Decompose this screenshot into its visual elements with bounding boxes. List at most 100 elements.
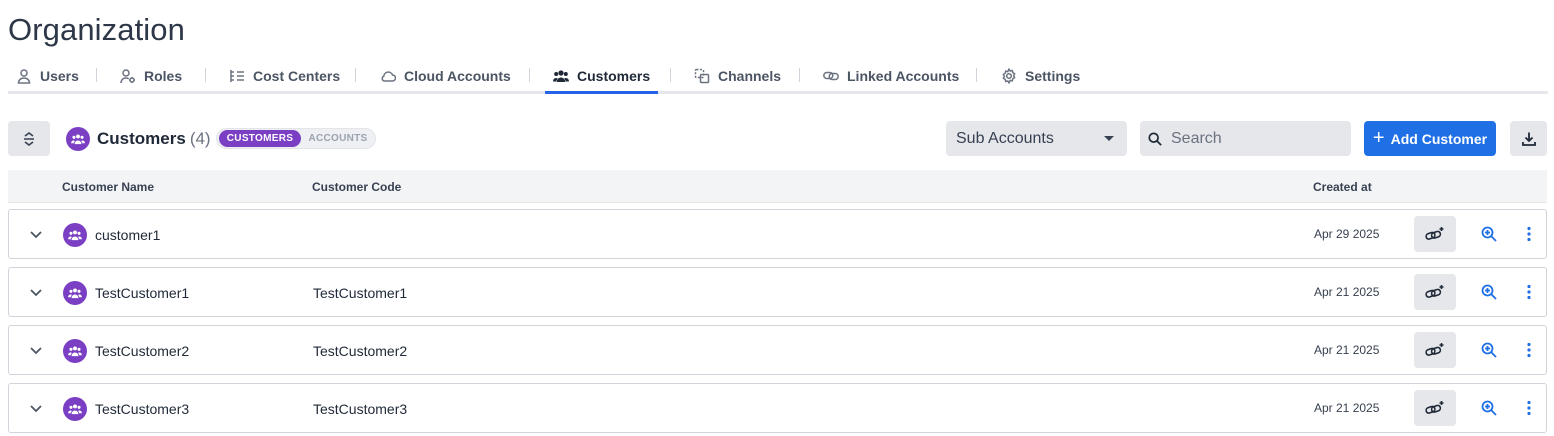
view-details-button[interactable] [1479, 340, 1499, 360]
tab-divider [355, 68, 356, 82]
caret-down-icon [1104, 136, 1114, 141]
zoom-in-icon [1481, 226, 1497, 242]
customer-name: TestCustomer2 [95, 343, 190, 359]
column-header-created[interactable]: Created at [1313, 180, 1372, 194]
zoom-in-icon [1481, 400, 1497, 416]
link-add-icon [1425, 343, 1444, 356]
tab-label: Roles [144, 67, 183, 84]
tab-cost-centers[interactable]: Cost Centers [229, 60, 340, 91]
tab-divider [976, 68, 977, 82]
tab-settings[interactable]: Settings [1001, 60, 1080, 91]
tab-users[interactable]: Users [16, 60, 79, 91]
toggle-customers[interactable]: CUSTOMERS [219, 130, 301, 147]
tab-label: Users [40, 67, 79, 84]
tab-divider [96, 68, 97, 82]
plus-icon: + [1372, 126, 1385, 149]
view-toggle: CUSTOMERS ACCOUNTS [216, 128, 376, 149]
customer-icon [63, 397, 87, 421]
tab-divider [205, 68, 206, 82]
customer-group-icon [66, 127, 90, 151]
tab-channels[interactable]: Channels [694, 60, 781, 91]
tab-label: Cloud Accounts [404, 67, 511, 84]
search-icon [1148, 131, 1162, 146]
link-account-button[interactable] [1414, 390, 1456, 426]
tab-customers[interactable]: Customers [544, 60, 659, 94]
more-options-button[interactable] [1521, 282, 1537, 302]
account-type-select[interactable]: Sub Accounts [946, 121, 1127, 156]
tab-divider [670, 68, 671, 82]
link-add-icon [1425, 227, 1444, 240]
tab-linked-accounts[interactable]: Linked Accounts [823, 60, 959, 91]
expand-collapse-button[interactable] [8, 121, 50, 156]
customer-name: TestCustomer3 [95, 401, 190, 417]
chevron-down-icon[interactable] [29, 227, 43, 241]
tab-label: Channels [718, 67, 782, 84]
link-account-button[interactable] [1414, 332, 1456, 368]
more-options-button[interactable] [1521, 340, 1537, 360]
zoom-in-icon [1481, 284, 1497, 300]
page-title: Organization [8, 12, 185, 47]
customer-icon [63, 223, 87, 247]
chevron-down-icon[interactable] [29, 343, 43, 357]
tab-roles[interactable]: Roles [120, 60, 182, 91]
section-title-text: Customers [97, 129, 186, 148]
created-at: Apr 21 2025 [1314, 343, 1380, 357]
column-header-name[interactable]: Customer Name [62, 180, 154, 194]
view-details-button[interactable] [1479, 398, 1499, 418]
link-account-button[interactable] [1414, 216, 1456, 252]
download-button[interactable] [1510, 121, 1547, 156]
view-details-button[interactable] [1479, 282, 1499, 302]
created-at: Apr 21 2025 [1314, 401, 1380, 415]
created-at: Apr 29 2025 [1314, 227, 1380, 241]
customer-code: TestCustomer3 [313, 401, 408, 417]
customer-code: TestCustomer2 [313, 343, 408, 359]
kebab-menu-icon [1527, 342, 1531, 358]
chevron-down-icon[interactable] [29, 401, 43, 415]
link-add-icon [1425, 285, 1444, 298]
tab-label: Linked Accounts [847, 67, 960, 84]
cloud-icon [381, 70, 396, 82]
link-add-icon [1425, 401, 1444, 414]
more-options-button[interactable] [1521, 224, 1537, 244]
add-customer-button[interactable]: + Add Customer [1364, 121, 1496, 156]
tab-divider [529, 68, 530, 82]
table-row[interactable]: TestCustomer2 TestCustomer2 Apr 21 2025 [8, 325, 1547, 375]
tab-cloud-accounts[interactable]: Cloud Accounts [380, 60, 511, 91]
customer-icon [63, 281, 87, 305]
view-details-button[interactable] [1479, 224, 1499, 244]
toggle-accounts[interactable]: ACCOUNTS [305, 130, 371, 147]
customer-count: (4) [189, 129, 211, 148]
table-header: Customer Name Customer Code Created at [8, 170, 1547, 203]
customer-code: TestCustomer1 [313, 285, 408, 301]
column-header-code[interactable]: Customer Code [312, 180, 401, 194]
created-at: Apr 21 2025 [1314, 285, 1380, 299]
link-account-button[interactable] [1414, 274, 1456, 310]
tab-bar: Users Roles Cost Centers Cloud Accounts … [8, 60, 1548, 94]
table-row[interactable]: customer1 Apr 29 2025 [8, 209, 1547, 259]
tab-divider [799, 68, 800, 82]
more-options-button[interactable] [1521, 398, 1537, 418]
user-icon [17, 68, 31, 84]
chevron-down-icon[interactable] [29, 285, 43, 299]
user-gear-icon [120, 68, 135, 83]
add-customer-label: Add Customer [1390, 130, 1488, 147]
link-icon [823, 71, 839, 80]
search-input[interactable] [1171, 129, 1341, 148]
customer-name: customer1 [95, 227, 161, 243]
table-row[interactable]: TestCustomer3 TestCustomer3 Apr 21 2025 [8, 383, 1547, 433]
kebab-menu-icon [1527, 400, 1531, 416]
download-icon [1521, 132, 1536, 146]
zoom-in-icon [1481, 342, 1497, 358]
table-row[interactable]: TestCustomer1 TestCustomer1 Apr 21 2025 [8, 267, 1547, 317]
customer-name: TestCustomer1 [95, 285, 190, 301]
gear-icon [1002, 67, 1016, 84]
channels-icon [694, 68, 710, 83]
expand-collapse-icon [24, 131, 34, 146]
account-type-value: Sub Accounts [956, 129, 1054, 147]
list-tree-icon [230, 69, 244, 82]
tab-label: Settings [1025, 67, 1081, 84]
search-field[interactable] [1140, 121, 1351, 156]
tab-label: Cost Centers [253, 67, 341, 84]
users-icon [553, 69, 569, 82]
customer-icon [63, 339, 87, 363]
